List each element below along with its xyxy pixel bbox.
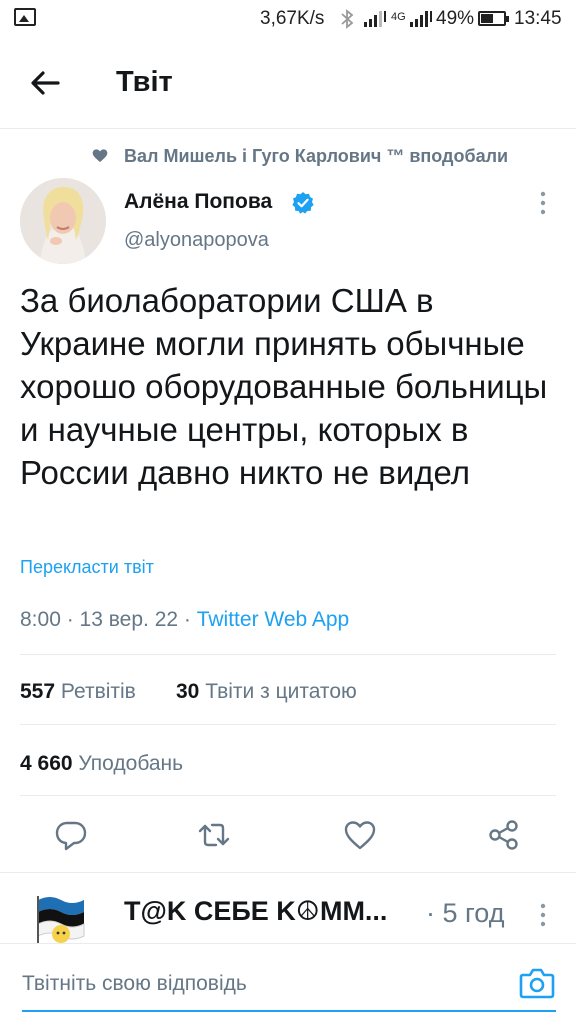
quotes-count: 30 (176, 680, 200, 703)
divider (20, 724, 556, 725)
next-display-name[interactable]: T@K CEБE K☮MM... (124, 896, 387, 927)
likes-label: Уподобань (78, 752, 184, 775)
status-bar: 3,67K/s 4G 49% 13:45 (0, 0, 576, 38)
network-type: 4G (391, 11, 406, 23)
display-name[interactable]: Алёна Попова (124, 190, 272, 214)
reply-icon[interactable] (54, 818, 88, 852)
share-icon[interactable] (487, 818, 521, 852)
retweet-icon[interactable] (197, 818, 231, 852)
quotes-label: Твіти з цитатою (205, 680, 357, 703)
verified-icon (292, 192, 314, 214)
retweets-stat[interactable]: 557 Ретвітів (20, 680, 136, 704)
username[interactable]: @alyonapopova (124, 229, 269, 252)
battery-icon (478, 11, 509, 26)
like-icon[interactable] (343, 818, 377, 852)
camera-icon[interactable] (518, 964, 556, 1002)
quotes-stat[interactable]: 30 Твіти з цитатою (176, 680, 357, 704)
tweet-text: За биолаборатории США в Украине могли пр… (20, 282, 548, 491)
back-arrow-icon[interactable] (28, 66, 62, 100)
battery-level (481, 14, 493, 23)
tweet-time: 8:00 (20, 608, 61, 631)
reply-input[interactable] (22, 972, 482, 996)
translate-link[interactable]: Перекласти твіт (20, 557, 154, 578)
retweets-count: 557 (20, 680, 56, 703)
divider (0, 872, 576, 873)
more-icon[interactable] (536, 190, 550, 216)
page-title: Твіт (116, 66, 173, 98)
tweet-meta: 8:00 · 13 вер. 22 · Twitter Web App (20, 608, 349, 632)
signal-icon (364, 11, 386, 27)
divider (20, 654, 556, 655)
avatar[interactable] (20, 178, 106, 264)
signal-icon-2 (410, 11, 432, 27)
likes-stat[interactable]: 4 660 Уподобань (20, 752, 183, 776)
reply-underline (22, 1010, 556, 1012)
meta-separator: · (183, 608, 197, 631)
divider (20, 795, 556, 796)
network-speed: 3,67K/s (260, 8, 325, 29)
retweets-label: Ретвітів (60, 680, 136, 703)
battery-percent: 49% (436, 8, 475, 29)
next-tweet-time: · 5 год (426, 898, 505, 928)
heart-icon (92, 149, 108, 162)
tweet-source[interactable]: Twitter Web App (197, 608, 350, 631)
clock: 13:45 (514, 8, 562, 29)
social-context[interactable]: Вал Мишель і Гуго Карлович ™ вподобали (124, 146, 508, 167)
tweet-date: 13 вер. 22 (79, 608, 179, 631)
image-icon (14, 8, 36, 26)
more-icon[interactable] (536, 902, 550, 928)
meta-separator: · (66, 608, 80, 631)
likes-count: 4 660 (20, 752, 73, 775)
bluetooth-icon (341, 9, 354, 29)
next-avatar[interactable] (34, 890, 88, 944)
top-app-bar: Твіт (0, 38, 576, 129)
